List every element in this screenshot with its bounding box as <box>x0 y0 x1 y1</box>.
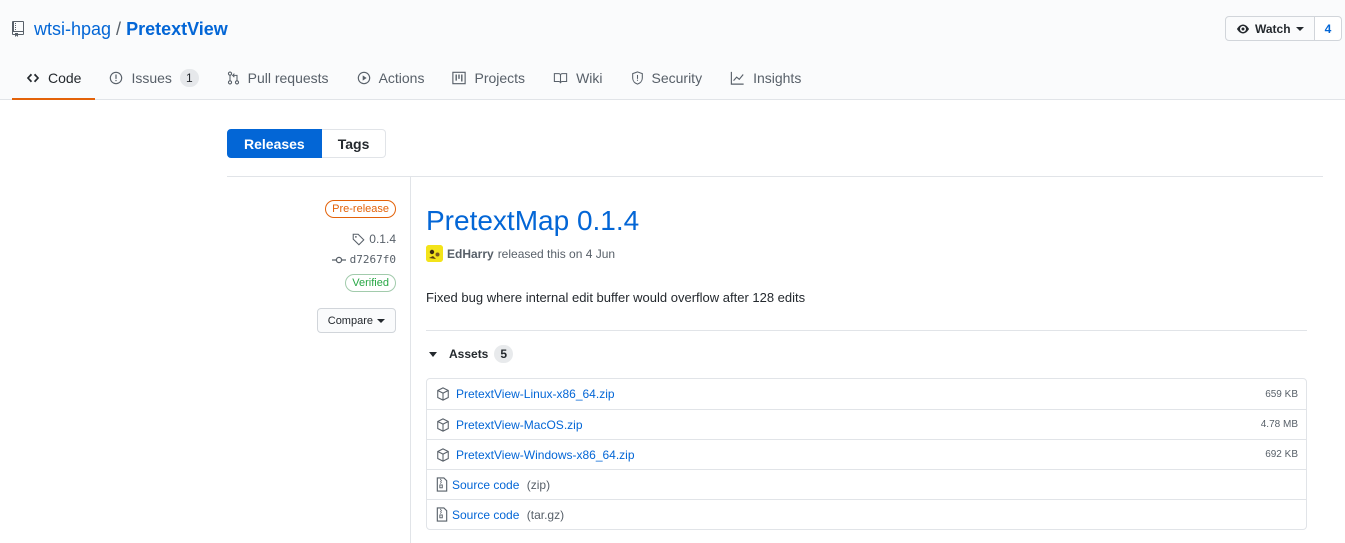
author-link[interactable]: EdHarry <box>447 247 494 261</box>
tag-link[interactable]: 0.1.4 <box>352 232 396 246</box>
book-icon <box>553 73 568 84</box>
asset-link[interactable]: PretextView-MacOS.zip <box>456 418 583 432</box>
releases-tab[interactable]: Releases <box>227 129 322 158</box>
triangle-down-icon <box>429 351 437 357</box>
repo-tabs: Code Issues 1 Pull requests Actions Proj… <box>12 58 815 100</box>
source-tar-link[interactable]: Source code (tar.gz) <box>452 508 564 522</box>
source-format: (tar.gz) <box>526 507 565 522</box>
issues-counter: 1 <box>179 69 199 87</box>
tab-actions[interactable]: Actions <box>343 58 439 100</box>
tab-label: Code <box>48 70 82 86</box>
watch-count-link[interactable]: 4 <box>1314 16 1343 41</box>
repo-owner-link[interactable]: wtsi-hpag <box>34 19 111 40</box>
source-format: (zip) <box>526 477 551 492</box>
asset-row: PretextView-MacOS.zip 4.78 MB <box>427 409 1306 439</box>
tab-label: Projects <box>474 70 526 86</box>
tab-code[interactable]: Code <box>12 58 96 100</box>
tab-label: Issues <box>131 70 172 86</box>
graph-icon <box>730 71 744 85</box>
commit-sha: d7267f0 <box>349 253 396 266</box>
commit-icon <box>331 256 346 263</box>
source-label: Source code <box>452 477 520 492</box>
asset-row: PretextView-Linux-x86_64.zip 659 KB <box>427 379 1306 409</box>
package-icon <box>437 447 449 462</box>
divider <box>426 330 1307 331</box>
caret-down-icon <box>1295 26 1304 31</box>
watch-button[interactable]: Watch <box>1225 16 1315 41</box>
watch-label: Watch <box>1255 21 1291 36</box>
compare-label: Compare <box>327 314 373 327</box>
eye-icon <box>1237 24 1249 33</box>
released-text: released this on 4 Jun <box>497 246 616 261</box>
tab-security[interactable]: Security <box>617 58 717 100</box>
package-icon <box>437 417 449 432</box>
assets-list: PretextView-Linux-x86_64.zip 659 KB Pret… <box>426 378 1307 530</box>
tab-label: Wiki <box>576 70 603 86</box>
source-row: Source code (zip) <box>427 469 1306 499</box>
assets-counter: 5 <box>494 345 514 363</box>
asset-link[interactable]: PretextView-Linux-x86_64.zip <box>456 387 615 401</box>
tab-label: Insights <box>753 70 802 86</box>
source-zip-link[interactable]: Source code (zip) <box>452 478 550 492</box>
release-title[interactable]: PretextMap 0.1.4 <box>426 205 639 237</box>
path-separator: / <box>116 18 122 39</box>
assets-label: Assets <box>449 347 489 361</box>
tab-projects[interactable]: Projects <box>438 58 539 100</box>
repo-title: wtsi-hpag / PretextView <box>12 16 228 42</box>
avatar[interactable] <box>426 245 443 262</box>
tab-label: Actions <box>378 70 425 86</box>
release-meta: Pre-release 0.1.4 d7267f0 Verified Compa… <box>227 200 396 333</box>
tab-label: Security <box>651 70 703 86</box>
verified-badge[interactable]: Verified <box>345 274 396 292</box>
asset-size: 692 KB <box>1265 449 1298 460</box>
file-zip-icon <box>436 507 448 522</box>
releases-subnav: Releases Tags <box>227 129 387 158</box>
file-zip-icon <box>436 477 448 492</box>
release-byline: EdHarry released this on 4 Jun <box>426 245 615 262</box>
asset-size: 4.78 MB <box>1260 419 1298 430</box>
repo-header: wtsi-hpag / PretextView Watch 4 Code Iss… <box>0 0 1345 100</box>
release-notes: Fixed bug where internal edit buffer wou… <box>426 290 806 305</box>
assets-toggle[interactable]: Assets 5 <box>426 345 514 363</box>
tab-issues[interactable]: Issues 1 <box>95 58 212 100</box>
repo-name-link[interactable]: PretextView <box>126 19 228 40</box>
source-row: Source code (tar.gz) <box>427 499 1306 529</box>
tags-tab[interactable]: Tags <box>321 129 387 158</box>
tag-label: 0.1.4 <box>369 232 396 246</box>
watch-control: Watch 4 <box>1225 16 1343 41</box>
project-icon <box>452 71 467 85</box>
repo-icon <box>12 21 26 37</box>
tab-wiki[interactable]: Wiki <box>539 58 616 100</box>
asset-row: PretextView-Windows-x86_64.zip 692 KB <box>427 439 1306 469</box>
issue-icon <box>110 71 123 85</box>
code-icon <box>26 73 40 83</box>
timeline-divider <box>410 177 411 543</box>
asset-size: 659 KB <box>1265 388 1298 400</box>
source-label: Source code <box>452 507 520 522</box>
divider <box>227 176 1323 177</box>
asset-link[interactable]: PretextView-Windows-x86_64.zip <box>456 448 635 462</box>
pre-release-badge: Pre-release <box>325 200 396 218</box>
commit-link[interactable]: d7267f0 <box>331 253 396 266</box>
caret-down-icon <box>377 318 385 323</box>
tag-icon <box>352 233 365 246</box>
package-icon <box>437 387 449 401</box>
tab-insights[interactable]: Insights <box>716 58 815 100</box>
compare-button[interactable]: Compare <box>316 308 396 333</box>
tab-label: Pull requests <box>247 70 329 86</box>
play-icon <box>357 71 370 85</box>
shield-icon <box>631 71 643 85</box>
tab-pull-requests[interactable]: Pull requests <box>213 58 343 100</box>
pull-request-icon <box>227 71 239 85</box>
